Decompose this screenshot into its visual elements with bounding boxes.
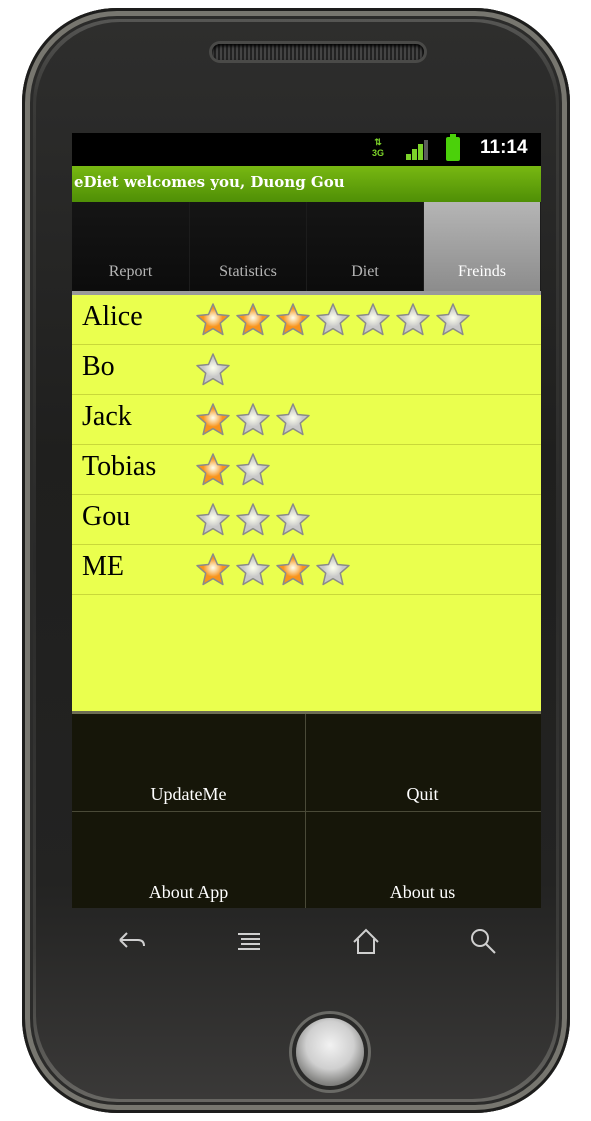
star-empty-icon xyxy=(196,353,230,386)
tab-freinds[interactable]: Freinds xyxy=(424,202,541,291)
friend-name: Bo xyxy=(82,351,115,382)
star-filled-icon xyxy=(196,403,230,436)
button-divider xyxy=(72,811,541,812)
tab-label: Report xyxy=(108,263,153,280)
friend-name: Gou xyxy=(82,501,131,532)
about-app-button[interactable]: About App xyxy=(72,812,305,908)
star-empty-icon xyxy=(396,303,430,336)
tab-report[interactable]: Report xyxy=(72,202,190,291)
screen: ⇅ 3G 11:14 eDiet welcomes you, Duong Gou … xyxy=(72,133,541,908)
friend-row[interactable]: Gou xyxy=(72,495,541,545)
search-icon[interactable] xyxy=(464,922,504,962)
friends-list: Alice Bo Jack Tobias Gou ME xyxy=(72,295,541,711)
friend-name: Jack xyxy=(82,401,132,432)
about-app-label: About App xyxy=(148,882,229,902)
network-type: 3G xyxy=(371,148,384,158)
clock: 11:14 xyxy=(480,137,528,158)
tab-diet[interactable]: Diet xyxy=(307,202,424,291)
star-empty-icon xyxy=(316,553,350,586)
friend-name: Tobias xyxy=(82,451,157,482)
speaker-grille xyxy=(212,44,424,60)
star-empty-icon xyxy=(236,503,270,536)
tab-bar: Report Statistics Diet Freinds xyxy=(72,202,541,291)
star-filled-icon xyxy=(236,303,270,336)
star-filled-icon xyxy=(276,553,310,586)
home-icon[interactable] xyxy=(346,922,386,962)
star-empty-icon xyxy=(236,453,270,486)
star-filled-icon xyxy=(196,453,230,486)
network-icon: ⇅ 3G xyxy=(371,137,384,158)
trackball-button[interactable] xyxy=(296,1018,364,1086)
tab-statistics[interactable]: Statistics xyxy=(190,202,307,291)
friend-name: ME xyxy=(82,551,124,582)
friend-row[interactable]: Jack xyxy=(72,395,541,445)
hardware-nav-bar xyxy=(72,908,541,976)
status-bar: ⇅ 3G 11:14 xyxy=(72,133,541,166)
star-empty-icon xyxy=(276,403,310,436)
friend-name: Alice xyxy=(82,301,143,332)
star-empty-icon xyxy=(316,303,350,336)
update-me-button[interactable]: UpdateMe xyxy=(72,714,305,811)
star-empty-icon xyxy=(236,403,270,436)
menu-icon[interactable] xyxy=(230,922,270,962)
star-empty-icon xyxy=(276,503,310,536)
app-title: eDiet welcomes you, Duong Gou xyxy=(74,173,345,191)
star-filled-icon xyxy=(196,303,230,336)
tab-label: Diet xyxy=(351,263,379,280)
about-us-label: About us xyxy=(389,882,456,902)
star-empty-icon xyxy=(356,303,390,336)
tab-label: Statistics xyxy=(219,263,277,280)
action-panel: UpdateMe Quit About App About us xyxy=(72,711,541,908)
tab-label: Freinds xyxy=(458,263,506,280)
star-empty-icon xyxy=(436,303,470,336)
battery-icon xyxy=(446,134,460,161)
friend-row[interactable]: Alice xyxy=(72,295,541,345)
star-filled-icon xyxy=(196,553,230,586)
friend-row[interactable]: Tobias xyxy=(72,445,541,495)
update-me-label: UpdateMe xyxy=(150,784,227,804)
friend-row[interactable]: ME xyxy=(72,545,541,595)
star-empty-icon xyxy=(196,503,230,536)
quit-button[interactable]: Quit xyxy=(306,714,539,811)
star-empty-icon xyxy=(236,553,270,586)
app-title-bar: eDiet welcomes you, Duong Gou xyxy=(72,166,541,202)
back-icon[interactable] xyxy=(112,922,152,962)
star-filled-icon xyxy=(276,303,310,336)
signal-icon xyxy=(406,140,428,160)
quit-label: Quit xyxy=(406,784,439,804)
friend-row[interactable]: Bo xyxy=(72,345,541,395)
about-us-button[interactable]: About us xyxy=(306,812,539,908)
